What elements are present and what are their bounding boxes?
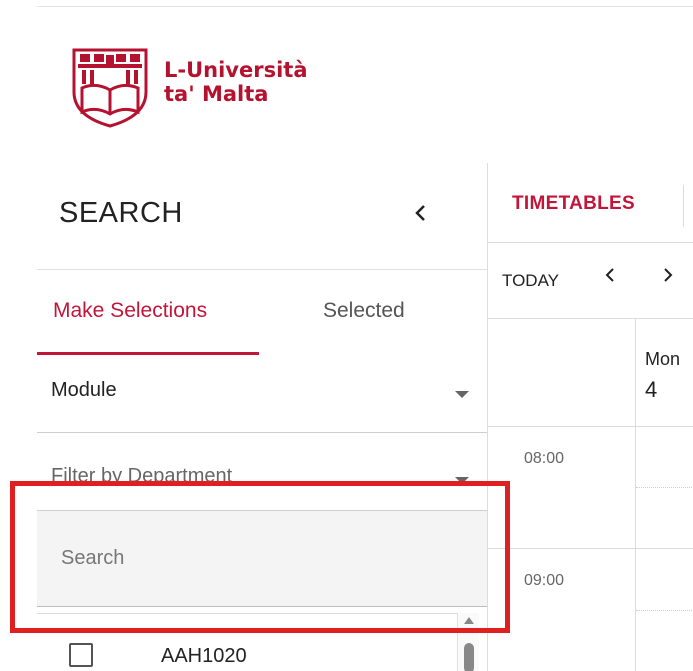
today-button[interactable]: TODAY [502,271,559,291]
type-select[interactable]: Module [37,355,487,433]
half-hour-line [636,610,693,611]
result-checkbox[interactable] [69,643,93,667]
day-header-name: Mon [645,349,681,369]
search-panel: SEARCH Make Selections Selected Module F… [37,163,487,671]
timetable-divider [488,426,693,427]
day-column-border [635,319,636,671]
collapse-panel-button[interactable] [401,193,439,233]
chevron-right-icon [664,268,673,282]
university-name-line2: ta' Malta [164,82,269,106]
tab-timetables[interactable]: TIMETABLES [512,193,635,215]
half-hour-line [636,487,693,488]
time-label: 08:00 [524,450,565,467]
university-name: L-Università ta' Malta [164,58,308,106]
chevron-left-icon [415,205,425,221]
list-top-border [37,613,457,614]
search-field [37,511,487,607]
caret-down-icon [455,477,469,484]
top-divider [37,6,693,7]
time-label: 09:00 [524,572,565,589]
results-list: AAH1020 [37,613,487,671]
tab-divider [683,185,684,227]
university-name-line1: L-Università [164,58,308,82]
result-item-code: AAH1020 [161,645,247,667]
university-logo[interactable]: L-Università ta' Malta [68,42,308,128]
previous-week-button[interactable] [604,263,616,291]
search-panel-title: SEARCH [59,197,183,229]
caret-down-icon [455,391,469,398]
search-input[interactable] [37,511,487,606]
tab-make-selections[interactable]: Make Selections [53,299,207,323]
day-header-number: 4 [645,377,658,402]
panel-divider [37,269,487,270]
timetable-panel: TIMETABLES TODAY Mon 4 08:00 09:00 [487,163,693,671]
tab-selected[interactable]: Selected [323,299,405,323]
timetable-divider [488,242,693,243]
hour-line [488,548,693,549]
next-week-button[interactable] [662,263,674,291]
chevron-left-icon [605,268,614,282]
timetable-divider [488,318,693,319]
scroll-up-icon[interactable] [464,617,474,624]
results-scrollbar[interactable] [457,613,479,671]
scrollbar-thumb[interactable] [464,643,474,671]
type-select-value: Module [51,379,117,401]
department-filter-placeholder: Filter by Department [51,465,233,487]
department-filter-select[interactable]: Filter by Department [37,433,487,511]
university-crest-icon [72,48,148,128]
